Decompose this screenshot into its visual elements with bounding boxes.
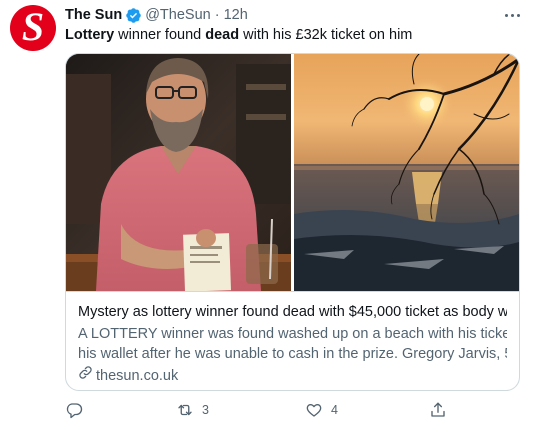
tweet[interactable]: S The Sun @TheSun · 12h Lottery winner f…	[0, 0, 538, 423]
timestamp[interactable]: 12h	[224, 7, 248, 23]
tweet-header: The Sun @TheSun · 12h	[65, 6, 248, 24]
retweet-icon	[176, 401, 194, 419]
verified-badge-icon	[125, 7, 142, 24]
more-icon[interactable]	[502, 6, 522, 24]
reply-button[interactable]	[65, 399, 91, 421]
card-domain-text: thesun.co.uk	[96, 367, 179, 384]
reply-icon	[65, 401, 83, 419]
card-photo-man-with-ticket	[66, 54, 291, 291]
card-images[interactable]	[66, 54, 519, 291]
like-count: 4	[331, 403, 338, 417]
tweet-actions: 3 4	[65, 399, 520, 421]
like-icon	[305, 401, 323, 419]
account-name[interactable]: The Sun	[65, 7, 122, 23]
avatar[interactable]: S	[10, 5, 56, 51]
tweet-text-bold-1: Lottery	[65, 27, 115, 43]
avatar-letter: S	[21, 5, 45, 49]
account-handle[interactable]: @TheSun	[145, 7, 211, 23]
tweet-text-part-2: winner found	[114, 27, 206, 43]
tweet-text-bold-3: dead	[205, 27, 240, 43]
tweet-text-part-4: with his £32k ticket on him	[239, 27, 413, 43]
card-body[interactable]: Mystery as lottery winner found dead wit…	[66, 291, 519, 390]
card-photo-beach-sunset	[294, 54, 519, 291]
tweet-text: Lottery winner found dead with his £32k …	[65, 26, 412, 44]
like-button[interactable]: 4	[305, 399, 338, 421]
card-description-line: A LOTTERY winner was found washed up on …	[78, 326, 507, 342]
card-description: A LOTTERY winner was found washed up on …	[78, 324, 507, 364]
card-description-line: his wallet after he was unable to cash i…	[78, 346, 507, 362]
share-icon	[429, 401, 447, 419]
retweet-count: 3	[202, 403, 209, 417]
retweet-button[interactable]: 3	[176, 399, 209, 421]
card-title[interactable]: Mystery as lottery winner found dead wit…	[78, 303, 507, 322]
separator-dot: ·	[214, 7, 220, 23]
link-card[interactable]: Mystery as lottery winner found dead wit…	[65, 53, 520, 391]
link-icon	[78, 365, 93, 386]
share-button[interactable]	[429, 399, 447, 421]
card-domain[interactable]: thesun.co.uk	[78, 365, 507, 386]
